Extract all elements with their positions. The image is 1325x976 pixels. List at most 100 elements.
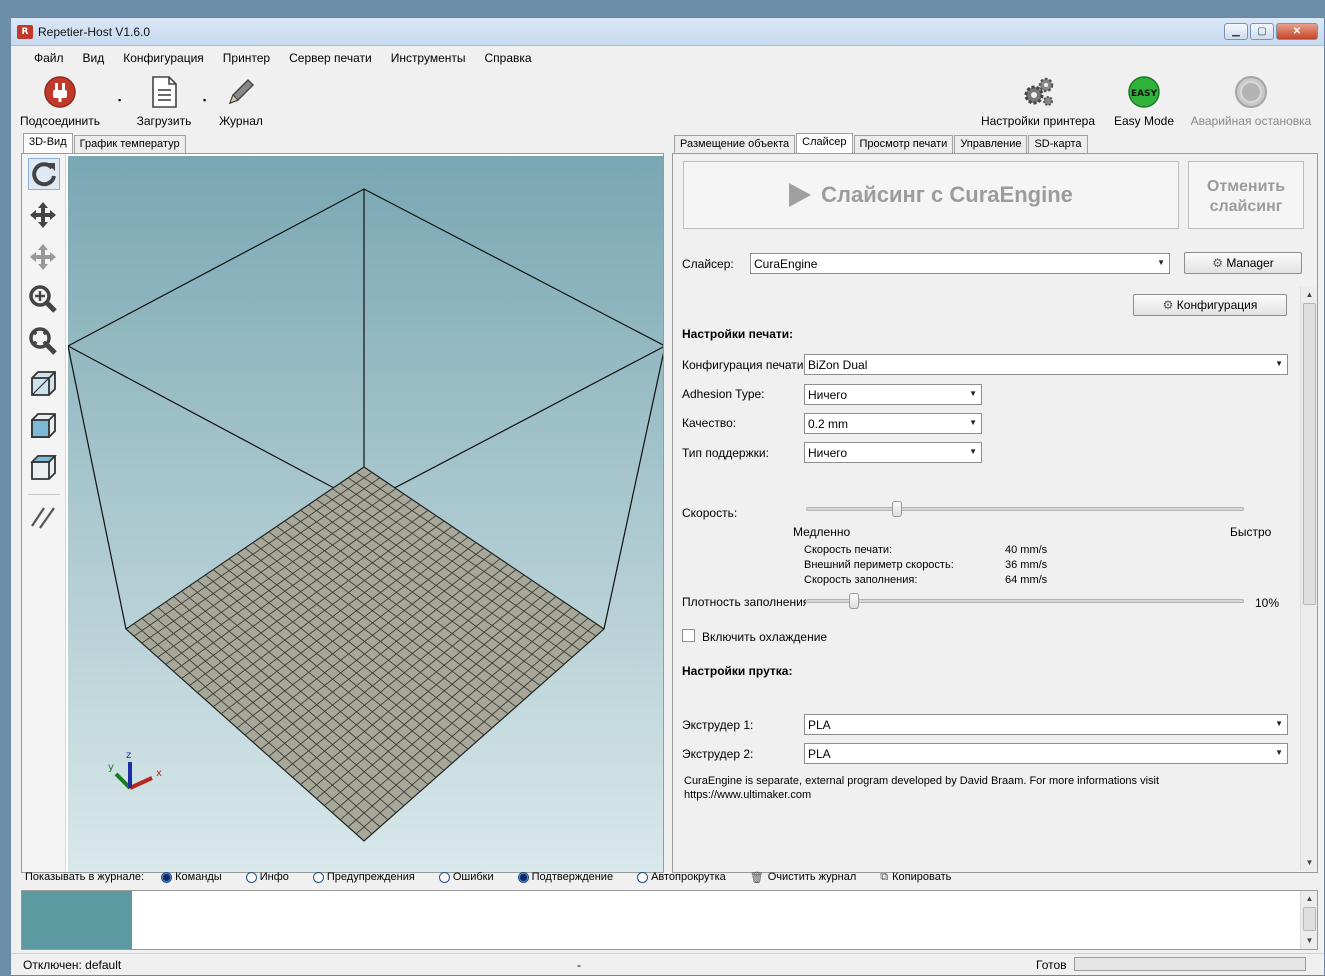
connect-dropdown-arrow[interactable]: ▪ xyxy=(118,95,121,105)
speed-slider-track xyxy=(806,507,1244,511)
log-scrollbar[interactable]: ▲ ▼ xyxy=(1300,891,1317,949)
rotate-icon xyxy=(32,162,56,187)
log-scroll-up-icon[interactable]: ▲ xyxy=(1301,891,1318,907)
toolbar: Подсоединить ▪ Загрузить ▪ Журнал Настро… xyxy=(11,69,1324,129)
infill-density-value: 10% xyxy=(1255,596,1280,610)
view-iso-tool[interactable] xyxy=(28,368,60,400)
radio-warnings[interactable] xyxy=(312,871,324,883)
status-middle: - xyxy=(577,958,581,972)
tab-3d-view[interactable]: 3D-Вид xyxy=(23,133,73,154)
tab-print-preview[interactable]: Просмотр печати xyxy=(853,135,954,154)
log-filter-ack[interactable]: Подтверждение xyxy=(517,871,613,883)
extruder2-select[interactable]: PLA xyxy=(804,743,1288,764)
slice-button[interactable]: Слайсинг с CuraEngine xyxy=(683,161,1179,229)
log-show-label: Показывать в журнале: xyxy=(25,871,145,883)
support-select[interactable]: Ничего xyxy=(804,442,982,463)
rotate-tool[interactable] xyxy=(28,158,60,190)
log-area[interactable]: ▲ ▼ xyxy=(21,890,1318,950)
load-dropdown-arrow[interactable]: ▪ xyxy=(203,95,206,105)
scroll-up-icon[interactable]: ▲ xyxy=(1301,287,1318,303)
easy-mode-button[interactable]: EASY Easy Mode xyxy=(1108,75,1180,128)
infill-density-label: Плотность заполнения xyxy=(682,595,806,609)
slicer-panel: Слайсинг с CuraEngine Отменить слайсинг … xyxy=(672,153,1318,873)
move-object-tool[interactable] xyxy=(28,242,60,274)
log-autoscroll[interactable]: Автопрокрутка xyxy=(637,871,726,883)
view-front-tool[interactable] xyxy=(28,410,60,442)
infill-speed-label: Скорость заполнения: xyxy=(804,574,918,586)
emergency-stop-icon xyxy=(1235,76,1267,108)
parallel-view-tool[interactable] xyxy=(28,502,60,534)
menu-printer[interactable]: Принтер xyxy=(214,47,280,69)
emergency-stop-button[interactable]: Аварийная остановка xyxy=(1183,75,1319,128)
menu-print-server[interactable]: Сервер печати xyxy=(280,47,382,69)
log-filter-warnings[interactable]: Предупреждения xyxy=(312,871,415,883)
speed-slow-label: Медленно xyxy=(793,525,851,539)
support-label: Тип поддержки: xyxy=(682,446,769,460)
log-scrollbar-thumb[interactable] xyxy=(1303,907,1316,931)
menu-file[interactable]: Файл xyxy=(25,47,74,69)
tab-sd-card[interactable]: SD-карта xyxy=(1028,135,1088,154)
right-tabstrip: Размещение объекта Слайсер Просмотр печа… xyxy=(674,133,1089,154)
log-filter-commands[interactable]: Команды xyxy=(161,871,222,883)
radio-ack[interactable] xyxy=(517,871,529,883)
close-button[interactable]: ✕ xyxy=(1276,23,1318,40)
tab-object-placement[interactable]: Размещение объекта xyxy=(674,135,796,154)
curaengine-info-line2[interactable]: https://www.ultimaker.com xyxy=(684,789,811,801)
menu-help[interactable]: Справка xyxy=(476,47,542,69)
cube-iso-icon xyxy=(31,371,56,396)
cancel-slicing-button[interactable]: Отменить слайсинг xyxy=(1188,161,1304,229)
speed-slider-thumb[interactable] xyxy=(891,501,902,517)
log-copy-button[interactable]: ⧉ Копировать xyxy=(880,871,951,884)
log-filter-errors[interactable]: Ошибки xyxy=(438,871,494,883)
gears-small-icon: ⚙ xyxy=(1212,256,1224,270)
menu-view[interactable]: Вид xyxy=(74,47,115,69)
power-plug-icon xyxy=(44,76,76,108)
printer-settings-button[interactable]: Настройки принтера xyxy=(973,75,1103,128)
radio-info[interactable] xyxy=(245,871,257,883)
fit-view-tool[interactable] xyxy=(28,326,60,358)
zoom-tool[interactable] xyxy=(28,284,60,316)
log-button[interactable]: Журнал xyxy=(209,75,273,128)
log-scroll-down-icon[interactable]: ▼ xyxy=(1301,933,1318,949)
app-logo-icon: R xyxy=(17,25,33,39)
zoom-fit-icon xyxy=(29,327,57,355)
parallel-lines-icon xyxy=(31,507,55,529)
adhesion-select[interactable]: Ничего xyxy=(804,384,982,405)
quality-select[interactable]: 0.2 mm xyxy=(804,413,982,434)
configuration-button[interactable]: ⚙ Конфигурация xyxy=(1133,294,1287,316)
tools-divider xyxy=(28,494,60,495)
slicer-label: Слайсер: xyxy=(682,257,734,271)
menu-bar: Файл Вид Конфигурация Принтер Сервер печ… xyxy=(11,47,1324,69)
3d-viewport[interactable]: y x z xyxy=(68,156,663,872)
move-tool[interactable] xyxy=(28,200,60,232)
scrollbar-thumb[interactable] xyxy=(1303,303,1316,605)
radio-errors[interactable] xyxy=(438,871,450,883)
tab-temperature-chart[interactable]: График температур xyxy=(73,135,186,154)
infill-slider-thumb[interactable] xyxy=(848,593,859,609)
manager-button[interactable]: ⚙ Manager xyxy=(1184,252,1302,274)
tab-manual-control[interactable]: Управление xyxy=(954,135,1028,154)
radio-autoscroll[interactable] xyxy=(637,871,649,883)
slicer-scrollbar[interactable]: ▲ ▼ xyxy=(1300,287,1317,871)
extruder1-select[interactable]: PLA xyxy=(804,714,1288,735)
configuration-label: Конфигурация xyxy=(1176,298,1258,312)
log-clear-button[interactable]: 🗑 Очистить журнал xyxy=(750,871,857,884)
slicer-select[interactable]: CuraEngine xyxy=(750,253,1170,274)
connect-button[interactable]: Подсоединить xyxy=(15,75,105,128)
minimize-button[interactable]: ▁ xyxy=(1224,23,1248,40)
menu-configuration[interactable]: Конфигурация xyxy=(114,47,214,69)
tab-slicer[interactable]: Слайсер xyxy=(796,133,853,154)
log-autoscroll-label: Автопрокрутка xyxy=(651,871,726,883)
radio-commands[interactable] xyxy=(161,871,173,883)
maximize-button[interactable]: ▢ xyxy=(1250,23,1274,40)
log-label: Журнал xyxy=(219,114,263,128)
cube-top-icon xyxy=(30,455,57,480)
infill-speed-value: 64 mm/s xyxy=(1005,574,1048,586)
print-config-select[interactable]: BiZon Dual xyxy=(804,354,1288,375)
menu-tools[interactable]: Инструменты xyxy=(382,47,476,69)
cooling-checkbox[interactable] xyxy=(682,629,695,642)
move-arrows-icon xyxy=(30,202,56,228)
log-filter-info[interactable]: Инфо xyxy=(245,871,289,883)
load-button[interactable]: Загрузить xyxy=(129,75,199,128)
view-top-tool[interactable] xyxy=(28,452,60,484)
